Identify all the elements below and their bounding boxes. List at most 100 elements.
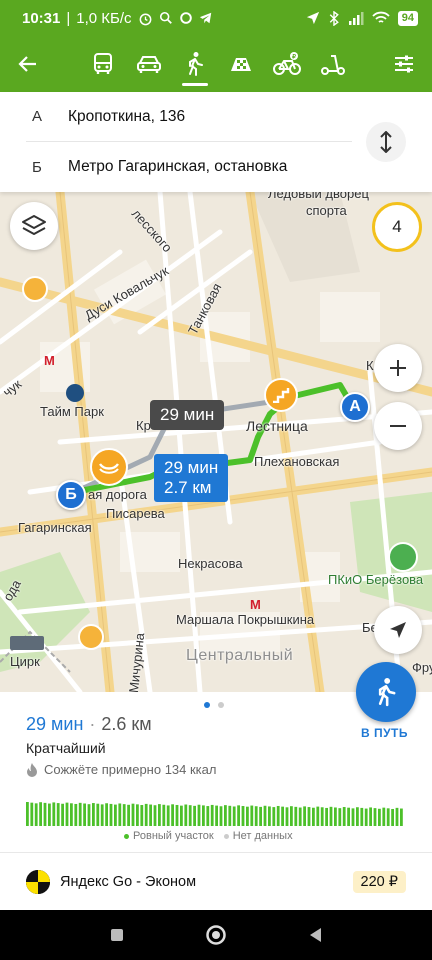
stairs-icon[interactable]: [264, 378, 298, 412]
zoom-out-button[interactable]: [374, 402, 422, 450]
mode-walk[interactable]: [172, 36, 218, 92]
map-label: Центральный: [186, 647, 294, 664]
bus-icon: [94, 53, 112, 74]
profile-bar: [114, 804, 117, 826]
layers-button[interactable]: [10, 202, 58, 250]
profile-bar: [206, 806, 210, 826]
route-end-pin[interactable]: Б: [56, 480, 86, 510]
map-label: Гагаринская: [18, 520, 92, 535]
circle-icon: [179, 12, 192, 24]
profile-bar: [180, 805, 183, 826]
flame-icon: [27, 763, 37, 777]
profile-bar: [237, 805, 240, 826]
mode-bus[interactable]: [80, 36, 126, 92]
mode-scooter[interactable]: [310, 36, 356, 92]
wave-icon[interactable]: [90, 448, 128, 486]
profile-bar: [276, 805, 280, 826]
status-time: 10:31: [22, 9, 61, 27]
route-start-pin[interactable]: А: [340, 392, 370, 422]
calories-text: Сожжёте примерно 134 ккал: [44, 762, 217, 777]
profile-bar: [316, 806, 320, 826]
zoom-in-button[interactable]: [374, 344, 422, 392]
profile-bar: [246, 806, 249, 826]
profile-bar: [329, 806, 333, 826]
profile-bar: [272, 807, 276, 826]
profile-bar: [378, 808, 381, 826]
profile-bar: [34, 803, 38, 826]
swap-route-button[interactable]: [366, 122, 406, 162]
bike-icon: ₽: [273, 52, 301, 75]
summary-separator: ·: [89, 714, 96, 734]
profile-bar: [395, 807, 399, 826]
profile-bar: [171, 804, 174, 826]
car-icon: [137, 56, 161, 73]
profile-bar: [188, 805, 192, 826]
profile-bar: [149, 804, 152, 826]
alt-route-bubble[interactable]: 29 мин: [150, 400, 225, 430]
system-nav-bar: [0, 910, 432, 960]
elevation-profile: [26, 802, 403, 826]
svg-text:M: M: [250, 597, 261, 612]
taxi-offer[interactable]: Яндекс Go - Эконом 220 ₽: [26, 868, 406, 896]
back-triangle-icon[interactable]: [307, 926, 323, 944]
theater-icon[interactable]: [78, 624, 104, 650]
profile-bar: [325, 807, 328, 826]
map-label: Плехановская: [254, 454, 340, 469]
page-dot: [218, 702, 224, 708]
profile-bar: [105, 803, 108, 826]
minus-icon: [390, 425, 406, 427]
circus-icon[interactable]: [10, 636, 44, 650]
home-icon[interactable]: [205, 924, 227, 946]
route-summary: 29 мин · 2.6 км: [26, 714, 152, 735]
go-button[interactable]: [356, 662, 416, 722]
profile-bar: [338, 808, 342, 826]
my-location-button[interactable]: [374, 606, 422, 654]
status-speed: 1,0 КБ/с: [76, 9, 132, 27]
profile-bar: [78, 802, 82, 826]
status-bar: 10:31 | 1,0 КБ/с 94: [0, 0, 432, 36]
search-icon: [159, 11, 172, 24]
taxi-name: Яндекс Go - Эконом: [60, 874, 197, 890]
profile-bar: [30, 802, 34, 826]
profile-bar: [303, 806, 306, 826]
transport-modes: ₽: [80, 36, 356, 92]
taim-park-icon[interactable]: [66, 384, 84, 402]
settings-button[interactable]: [376, 36, 432, 92]
summary-distance: 2.6 км: [101, 714, 152, 734]
map[interactable]: M M лесского Ледовый дворец спорта Дуси …: [0, 192, 432, 692]
back-button[interactable]: [0, 36, 56, 92]
profile-bar: [373, 808, 377, 826]
stairs-glyph: [273, 388, 290, 403]
mode-bike[interactable]: ₽: [264, 36, 310, 92]
route-bubble[interactable]: 29 мин 2.7 км: [154, 454, 229, 502]
profile-bar: [356, 807, 359, 826]
profile-bar: [48, 803, 51, 826]
profile-bar: [184, 804, 188, 826]
profile-bar: [83, 803, 86, 826]
go-label[interactable]: В ПУТЬ: [361, 726, 408, 740]
route-from-text: Кропоткина, 136: [68, 107, 186, 125]
route-from-field[interactable]: А Кропоткина, 136: [26, 92, 352, 142]
mode-car[interactable]: [126, 36, 172, 92]
map-label: Цирк: [10, 654, 40, 669]
mode-taxi[interactable]: [218, 36, 264, 92]
arrow-left-icon: [18, 56, 36, 72]
legend-flat-label: Ровный участок: [133, 830, 214, 842]
profile-bar: [219, 806, 223, 826]
zoom-level-badge[interactable]: 4: [372, 202, 422, 252]
profile-bar: [131, 803, 135, 826]
profile-bar: [127, 804, 130, 826]
route-to-field[interactable]: Б Метро Гагаринская, остановка: [26, 142, 352, 192]
profile-bar: [228, 805, 232, 826]
theater-icon[interactable]: [22, 276, 48, 302]
map-label: Некрасова: [178, 556, 243, 571]
profile-bar: [92, 803, 95, 826]
park-icon[interactable]: [388, 542, 418, 572]
profile-bar: [254, 806, 258, 826]
profile-bar: [210, 804, 214, 826]
recent-apps-icon[interactable]: [109, 927, 125, 943]
profile-bar: [193, 805, 196, 826]
taxi-price[interactable]: 220 ₽: [352, 871, 406, 893]
profile-bar: [364, 808, 368, 826]
profile-bar: [166, 805, 170, 826]
